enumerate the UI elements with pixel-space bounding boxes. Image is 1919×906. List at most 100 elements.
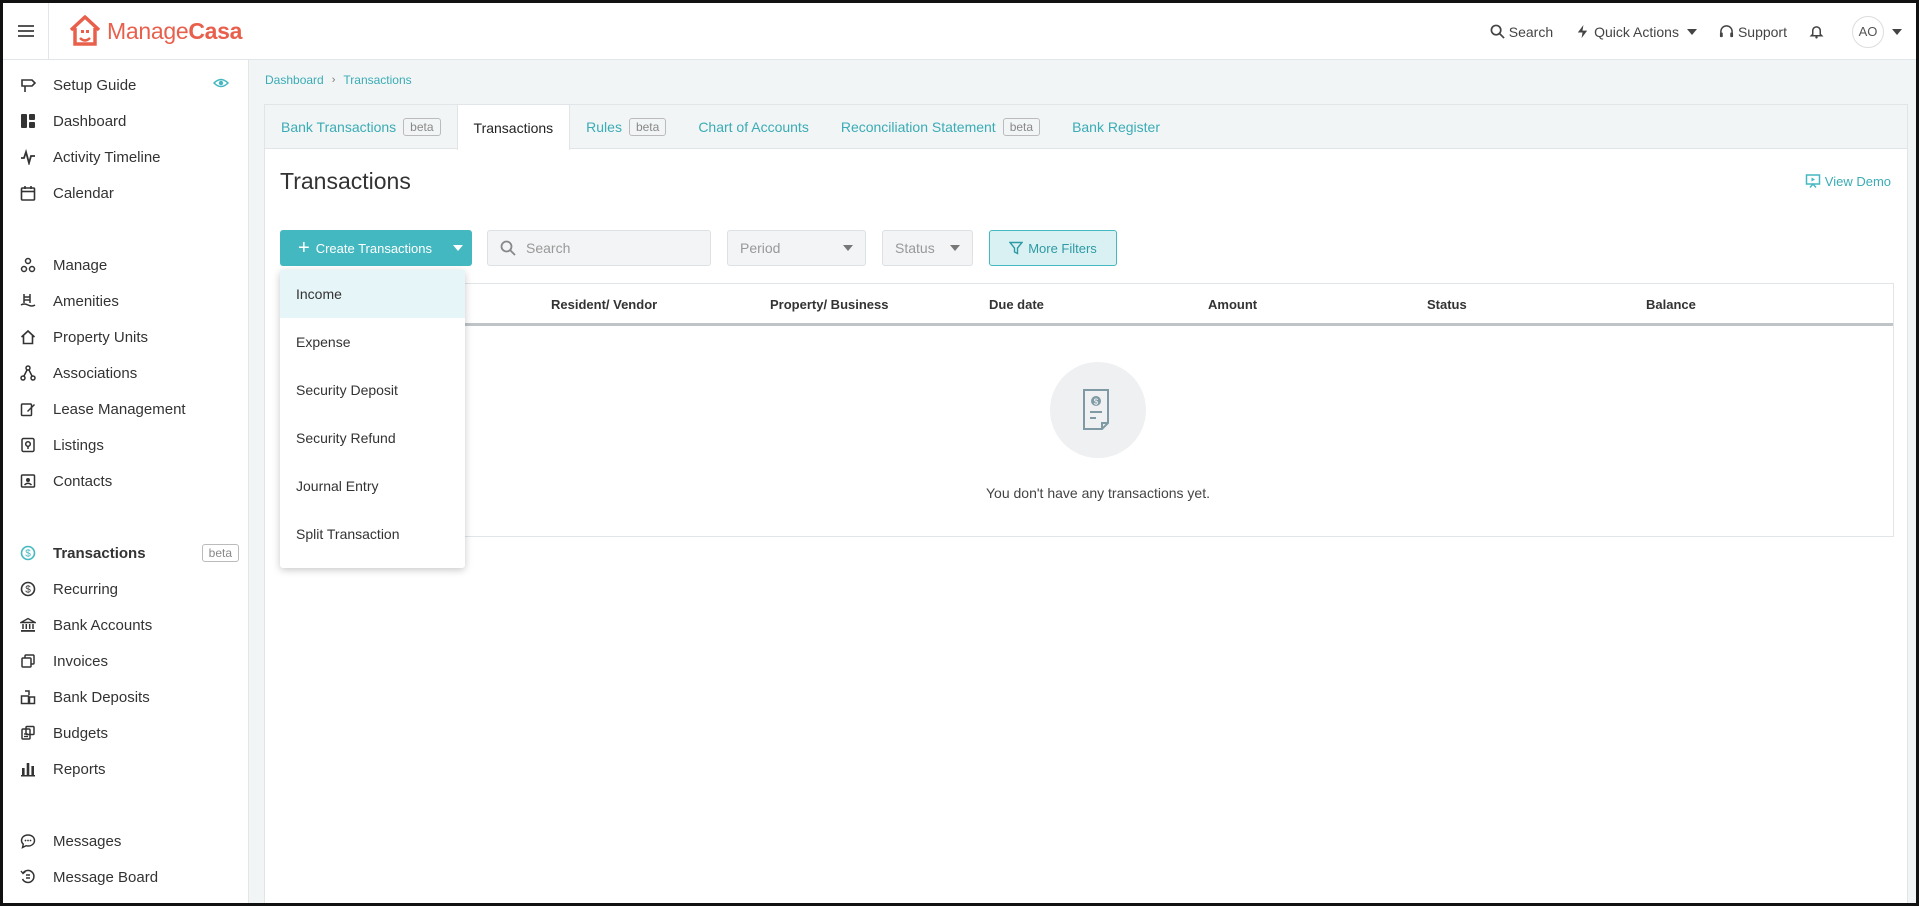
edit-doc-icon [19, 400, 37, 418]
search-input[interactable] [526, 240, 696, 256]
tab-bank-register[interactable]: Bank Register [1056, 105, 1176, 149]
view-demo-link[interactable]: View Demo [1805, 173, 1891, 189]
eye-icon[interactable] [212, 75, 230, 95]
menu-item-journal-entry[interactable]: Journal Entry [280, 462, 465, 510]
notifications-button[interactable] [1809, 24, 1828, 39]
period-select[interactable]: Period [727, 230, 866, 266]
sidebar-item-label: Message Board [53, 868, 159, 886]
search-link[interactable]: Search [1490, 24, 1553, 40]
breadcrumb-current[interactable]: Transactions [343, 73, 411, 87]
sidebar-item-label: Associations [53, 364, 138, 382]
tab-chart-of-accounts[interactable]: Chart of Accounts [682, 105, 825, 149]
search-box[interactable] [487, 230, 711, 266]
tab-label: Rules [586, 119, 622, 135]
headset-icon [1719, 25, 1734, 38]
transactions-table: Resident/ Vendor Property/ Business Due … [280, 283, 1894, 537]
sidebar-item-property-units[interactable]: Property Units [3, 322, 249, 352]
svg-text:$: $ [25, 549, 31, 560]
more-filters-button[interactable]: More Filters [989, 230, 1117, 266]
sidebar-item-messages[interactable]: Messages [3, 826, 249, 856]
sidebar-item-reports[interactable]: Reports [3, 754, 249, 784]
receipt-icon: $ [1083, 389, 1109, 430]
sidebar-item-label: Budgets [53, 724, 109, 742]
bar-chart-icon [19, 760, 37, 778]
sidebar-item-label: Transactions [53, 544, 146, 562]
column-header[interactable]: Amount [1208, 284, 1257, 324]
menu-item-split-transaction[interactable]: Split Transaction [280, 510, 465, 558]
sidebar-item-invoices[interactable]: Invoices [3, 646, 249, 676]
sidebar-item-activity-timeline[interactable]: Activity Timeline [3, 142, 249, 172]
menu-toggle-button[interactable] [3, 3, 49, 60]
hamburger-icon [17, 25, 34, 37]
plus-icon: + [298, 237, 310, 259]
bell-icon [1809, 26, 1824, 39]
toolbar: + Create Transactions Period Status [280, 230, 1880, 266]
sidebar: Setup Guide Dashboard Activity Timeline … [3, 60, 249, 903]
activity-icon [19, 148, 37, 166]
chevron-down-icon [1686, 28, 1697, 35]
sidebar-item-calendar[interactable]: Calendar [3, 178, 249, 208]
brand-logo[interactable]: ManageCasa [67, 14, 242, 48]
sidebar-item-label: Recurring [53, 580, 119, 598]
tab-label: Chart of Accounts [698, 119, 809, 135]
create-transactions-button[interactable]: + Create Transactions [280, 230, 472, 266]
chevron-down-icon[interactable] [1892, 28, 1902, 35]
sidebar-item-dashboard[interactable]: Dashboard [3, 106, 249, 136]
column-header[interactable]: Status [1427, 284, 1467, 324]
tab-transactions[interactable]: Transactions [456, 105, 571, 150]
breadcrumb-dashboard-link[interactable]: Dashboard [265, 73, 324, 87]
signpost-icon [19, 76, 37, 94]
calendar-icon [19, 184, 37, 202]
empty-state-message: You don't have any transactions yet. [986, 485, 1210, 501]
app-window: ManageCasa Search Quick Actions Support … [0, 0, 1919, 906]
tab-label: Transactions [473, 119, 554, 136]
sidebar-item-message-board[interactable]: Message Board [3, 862, 249, 892]
sidebar-item-bank-deposits[interactable]: Bank Deposits [3, 682, 249, 712]
column-header[interactable]: Resident/ Vendor [551, 284, 657, 324]
invoice-icon [19, 652, 37, 670]
column-header[interactable]: Due date [989, 284, 1044, 324]
avatar[interactable]: AO [1852, 15, 1884, 48]
support-link[interactable]: Support [1719, 24, 1787, 40]
top-bar: ManageCasa Search Quick Actions Support … [3, 3, 1916, 60]
sidebar-item-transactions[interactable]: $ Transactions beta [3, 538, 249, 568]
sidebar-item-recurring[interactable]: $ Recurring [3, 574, 249, 604]
menu-item-expense[interactable]: Expense [280, 318, 465, 366]
sidebar-item-label: Manage [53, 256, 108, 274]
sidebar-item-bank-accounts[interactable]: Bank Accounts [3, 610, 249, 640]
tab-bank-transactions[interactable]: Bank Transactions beta [265, 105, 457, 149]
tab-reconciliation-statement[interactable]: Reconciliation Statement beta [825, 105, 1056, 149]
sidebar-item-contacts[interactable]: Contacts [3, 466, 249, 496]
dollar-circle-icon: $ [19, 544, 37, 562]
menu-item-security-deposit[interactable]: Security Deposit [280, 366, 465, 414]
column-header[interactable]: Property/ Business [770, 284, 889, 324]
sidebar-item-label: Messages [53, 832, 122, 850]
sidebar-item-label: Property Units [53, 328, 149, 346]
period-select-label: Period [740, 240, 781, 256]
search-label: Search [1508, 23, 1554, 40]
create-dropdown-toggle[interactable] [444, 230, 472, 266]
quick-actions-menu[interactable]: Quick Actions [1575, 24, 1697, 40]
bank-icon [19, 616, 37, 634]
manage-icon [19, 256, 37, 274]
message-board-icon [19, 868, 37, 886]
status-select-label: Status [895, 240, 935, 256]
status-select[interactable]: Status [882, 230, 973, 266]
contact-card-icon [19, 472, 37, 490]
menu-item-security-refund[interactable]: Security Refund [280, 414, 465, 462]
column-header[interactable]: Balance [1646, 284, 1696, 324]
sidebar-item-label: Bank Deposits [53, 688, 150, 706]
sidebar-item-listings[interactable]: Listings [3, 430, 249, 460]
main-content: Dashboard › Transactions Bank Transactio… [249, 60, 1916, 903]
sidebar-item-budgets[interactable]: Budgets [3, 718, 249, 748]
sidebar-item-amenities[interactable]: Amenities [3, 286, 249, 316]
dollar-circle-icon: $ [19, 580, 37, 598]
menu-item-income[interactable]: Income [280, 270, 465, 318]
sidebar-item-lease-management[interactable]: Lease Management [3, 394, 249, 424]
tab-rules[interactable]: Rules beta [570, 105, 682, 149]
sidebar-item-setup-guide[interactable]: Setup Guide [3, 70, 249, 100]
sidebar-item-associations[interactable]: Associations [3, 358, 249, 388]
top-nav: Search Quick Actions Support AO [1490, 3, 1916, 60]
tab-label: Reconciliation Statement [840, 119, 996, 135]
sidebar-item-manage[interactable]: Manage [3, 250, 249, 280]
